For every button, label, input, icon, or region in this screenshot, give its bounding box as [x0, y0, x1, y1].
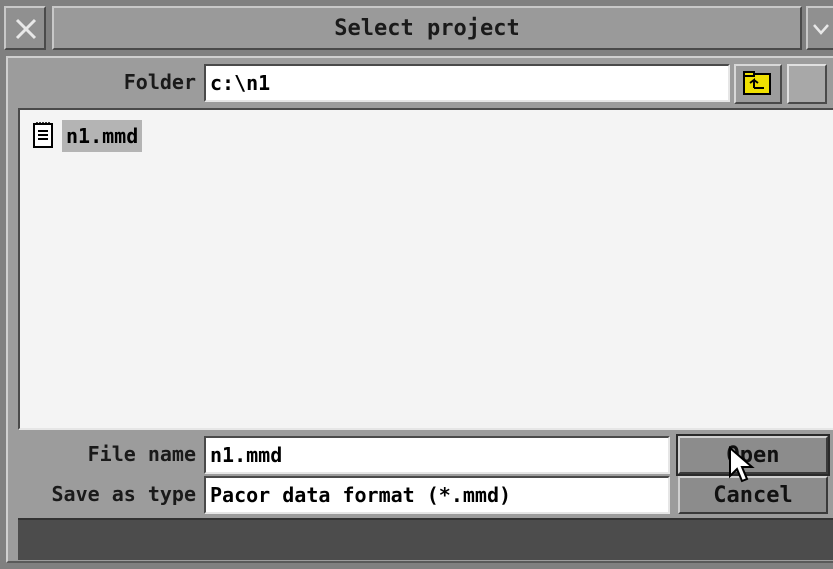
close-icon [15, 18, 37, 40]
select-project-dialog: Select project Folder c:\n1 n1.mmd File … [0, 0, 833, 569]
cancel-button-label: Cancel [713, 482, 793, 508]
mouse-pointer-icon [729, 446, 755, 483]
save-as-type-value: Pacor data format (*.mmd) [210, 483, 512, 507]
folder-path-value: c:\n1 [210, 71, 271, 95]
file-name-value: n1.mmd [210, 443, 283, 467]
file-list[interactable]: n1.mmd [18, 108, 833, 430]
file-name-label: n1.mmd [62, 120, 143, 152]
folder-up-icon [743, 71, 771, 95]
folder-path-field[interactable]: c:\n1 [204, 64, 730, 102]
status-bar [18, 518, 833, 560]
save-as-type-select[interactable]: Pacor data format (*.mmd) [204, 476, 670, 514]
document-icon [32, 121, 56, 151]
title-area[interactable]: Select project [52, 6, 802, 50]
file-name-input[interactable]: n1.mmd [204, 436, 670, 474]
save-as-type-label: Save as type [51, 482, 197, 506]
file-name-label: File name [87, 442, 196, 466]
list-item[interactable]: n1.mmd [32, 116, 143, 156]
view-menu-button[interactable] [787, 64, 827, 104]
chevron-down-icon [813, 24, 829, 35]
folder-label: Folder [123, 70, 196, 94]
title-bar[interactable]: Select project [0, 0, 833, 58]
close-button[interactable] [4, 6, 46, 50]
dialog-title: Select project [334, 15, 520, 41]
window-menu-button[interactable] [806, 6, 833, 50]
up-one-level-button[interactable] [734, 64, 782, 104]
